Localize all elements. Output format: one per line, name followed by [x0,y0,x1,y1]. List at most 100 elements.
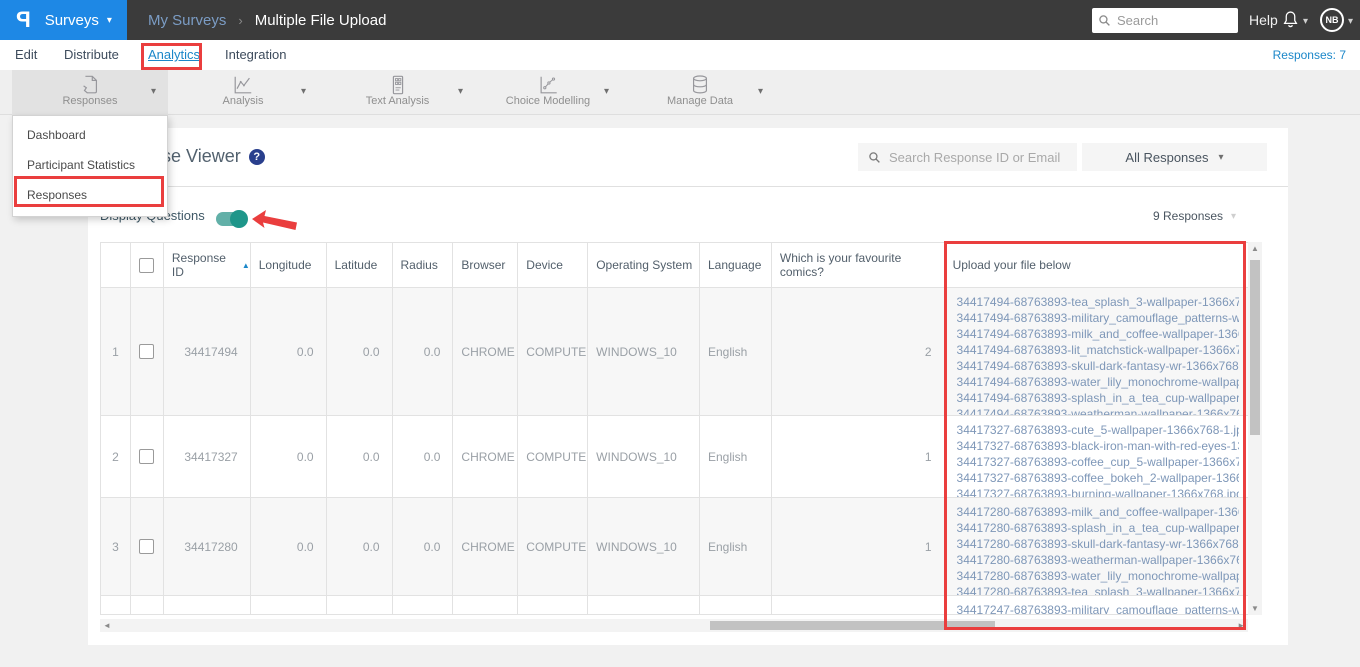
select-all-checkbox[interactable] [139,257,155,273]
toolbar-item-manage-data[interactable]: Manage Data ▾ [625,70,775,115]
response-search[interactable] [858,143,1077,171]
vertical-scroll-thumb[interactable] [1250,260,1260,435]
file-link[interactable]: 34417327-68763893-cute_5-wallpaper-1366x… [957,422,1239,438]
vertical-scrollbar[interactable]: ▲ ▼ [1248,242,1262,615]
tab-edit[interactable]: Edit [15,40,37,70]
col-header-latitude[interactable]: Latitude [327,243,393,287]
all-responses-dropdown[interactable]: All Responses ▾ [1082,143,1267,171]
chevron-down-icon[interactable]: ▾ [151,86,156,97]
menu-item-responses[interactable]: Responses [13,180,167,210]
global-search[interactable] [1092,8,1238,33]
horizontal-scroll-thumb[interactable] [710,621,995,630]
notifications-caret-icon[interactable]: ▾ [1303,16,1308,27]
app-menu-surveys[interactable]: P Surveys ▾ [0,0,127,40]
questionpro-logo: P [16,7,31,32]
col-header-response-id[interactable]: Response ID ▲ [164,243,251,287]
toolbar-item-choice-modelling[interactable]: Choice Modelling ▾ [475,70,621,115]
file-link[interactable]: 34417280-68763893-tea_splash_3-wallpaper… [957,584,1239,595]
global-search-input[interactable] [1115,12,1225,29]
row-select-cell [131,288,164,415]
file-link[interactable]: 34417280-68763893-milk_and_coffee-wallpa… [957,504,1239,520]
file-link[interactable]: 34417494-68763893-milk_and_coffee-wallpa… [957,326,1239,342]
menu-item-participant-statistics[interactable]: Participant Statistics [13,150,167,180]
chevron-down-icon[interactable]: ▾ [604,86,609,97]
file-link[interactable]: 34417494-68763893-tea_splash_3-wallpaper… [957,294,1239,310]
file-link[interactable]: 34417280-68763893-skull-dark-fantasy-wr-… [957,536,1239,552]
row-checkbox[interactable] [139,449,155,464]
table-header-row: Response ID ▲ Longitude Latitude Radius B… [101,243,1249,288]
tab-analytics[interactable]: Analytics [148,40,200,70]
choice-modelling-icon [540,76,557,94]
menu-item-dashboard[interactable]: Dashboard [13,120,167,150]
file-link[interactable]: 34417280-68763893-water_lily_monochrome-… [957,568,1239,584]
cell-radius [393,596,454,614]
col-header-device[interactable]: Device [518,243,589,287]
toolbar-item-label: Analysis [222,95,264,107]
file-link[interactable]: 34417327-68763893-black-iron-man-with-re… [957,438,1239,454]
file-link[interactable]: 34417494-68763893-weatherman-wallpaper-1… [957,406,1239,415]
scroll-up-icon[interactable]: ▲ [1248,244,1262,253]
cell-response-id[interactable]: 34417494 [164,288,251,415]
cell-response-id[interactable]: 34417280 [164,498,251,595]
file-link[interactable]: 34417494-68763893-water_lily_monochrome-… [957,374,1239,390]
chevron-down-icon: ▾ [1218,151,1224,163]
toolbar-item-responses[interactable]: Responses ▾ [12,70,168,115]
file-link[interactable]: 34417280-68763893-splash_in_a_tea_cup-wa… [957,520,1239,536]
cell-upload-files: 34417280-68763893-milk_and_coffee-wallpa… [945,498,1249,595]
chevron-down-icon[interactable]: ▾ [758,86,763,97]
file-link[interactable]: 34417494-68763893-lit_matchstick-wallpap… [957,342,1239,358]
row-checkbox[interactable] [139,539,155,554]
cell-os [588,596,700,614]
file-link[interactable]: 34417327-68763893-coffee_bokeh_2-wallpap… [957,470,1239,486]
row-checkbox[interactable] [139,344,155,359]
cell-response-id[interactable]: 34417327 [164,416,251,497]
cell-upload-files: 34417247-68763893-military_camouflage_pa… [945,596,1249,614]
toolbar-item-text-analysis[interactable]: Text Analysis ▾ [320,70,475,115]
file-link[interactable]: 34417494-68763893-splash_in_a_tea_cup-wa… [957,390,1239,406]
cell-upload-files: 34417494-68763893-tea_splash_3-wallpaper… [945,288,1249,415]
cell-longitude [251,596,327,614]
col-header-comics[interactable]: Which is your favourite comics? [772,243,945,287]
response-search-input[interactable] [887,148,1067,166]
notifications-bell-icon[interactable] [1282,10,1299,34]
breadcrumb-my-surveys[interactable]: My Surveys [148,12,226,29]
col-header-upload[interactable]: Upload your file below [945,243,1249,287]
cell-device: COMPUTER [518,498,589,595]
avatar[interactable]: NB [1320,8,1344,32]
file-link[interactable]: 34417280-68763893-weatherman-wallpaper-1… [957,552,1239,568]
responses-count-badge[interactable]: Responses: 7 [1273,40,1346,70]
file-link[interactable]: 34417327-68763893-burning-wallpaper-1366… [957,486,1239,497]
toolbar-item-label: Choice Modelling [505,95,591,107]
scroll-down-icon[interactable]: ▼ [1248,604,1262,613]
account-caret-icon[interactable]: ▾ [1348,16,1353,27]
cell-browser: CHROME [453,288,519,415]
horizontal-scrollbar[interactable]: ◄ ► [100,619,1248,632]
col-header-language[interactable]: Language [700,243,772,287]
tab-integration[interactable]: Integration [225,40,286,70]
search-icon [1099,15,1110,26]
col-header-longitude[interactable]: Longitude [251,243,327,287]
row-select-cell [131,416,164,497]
col-header-browser[interactable]: Browser [453,243,519,287]
file-link[interactable]: 34417247-68763893-military_camouflage_pa… [957,602,1239,614]
cell-radius: 0.0 [393,416,454,497]
scroll-left-icon[interactable]: ◄ [103,621,111,630]
file-link[interactable]: 34417327-68763893-coffee_cup_5-wallpaper… [957,454,1239,470]
responses-count-dropdown[interactable]: 9 Responses ▾ [1153,209,1236,223]
file-link[interactable]: 34417494-68763893-military_camouflage_pa… [957,310,1239,326]
col-header-radius[interactable]: Radius [393,243,454,287]
response-viewer-card: Response Viewer ? All Responses ▾ Displa… [88,128,1288,645]
help-question-icon[interactable]: ? [248,148,265,165]
help-link[interactable]: Help [1249,12,1278,28]
toolbar-item-analysis[interactable]: Analysis ▾ [168,70,318,115]
chevron-down-icon[interactable]: ▾ [301,86,306,97]
divider [88,186,1288,187]
chevron-down-icon[interactable]: ▾ [458,86,463,97]
cell-comics [772,596,945,614]
tab-distribute[interactable]: Distribute [64,40,119,70]
display-questions-toggle[interactable] [216,210,248,228]
file-link[interactable]: 34417494-68763893-skull-dark-fantasy-wr-… [957,358,1239,374]
col-header-os[interactable]: Operating System [588,243,700,287]
scroll-right-icon[interactable]: ► [1237,621,1245,630]
cell-upload-files: 34417327-68763893-cute_5-wallpaper-1366x… [945,416,1249,497]
